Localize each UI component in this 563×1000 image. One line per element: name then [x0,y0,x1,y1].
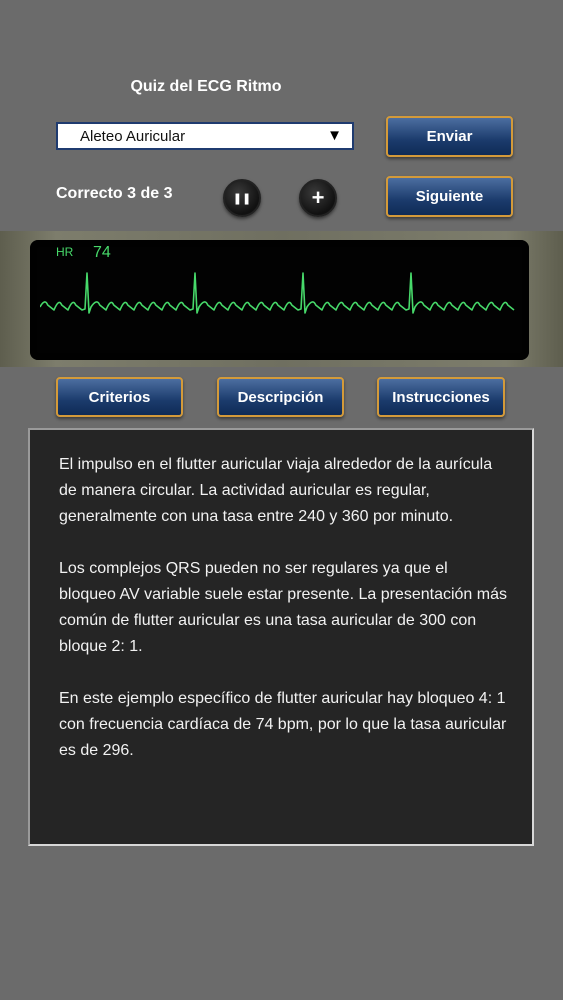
heart-rate-label: HR [56,245,74,259]
rhythm-select[interactable]: Aleteo Auricular ▼ [56,122,354,150]
pause-icon: ❚❚ [232,192,252,205]
description-paragraph: Los complejos QRS pueden no ser regulare… [59,560,507,655]
description-paragraph: En este ejemplo específico de flutter au… [59,690,507,759]
pause-button[interactable]: ❚❚ [223,179,261,217]
tab-criteria[interactable]: Criterios [56,377,183,417]
page-title: Quiz del ECG Ritmo [130,78,282,95]
dropdown-arrow-icon: ▼ [327,127,342,144]
tab-description[interactable]: Descripción [217,377,344,417]
tab-instructions[interactable]: Instrucciones [377,377,505,417]
plus-icon: + [311,185,325,210]
add-button[interactable]: + [299,179,337,217]
description-paragraph: El impulso en el flutter auricular viaja… [59,456,493,525]
ecg-waveform [40,272,515,314]
rhythm-select-value: Aleteo Auricular [80,127,186,145]
submit-button[interactable]: Enviar [386,116,513,157]
next-button[interactable]: Siguiente [386,176,513,217]
score-text: Correcto 3 de 3 [56,185,173,202]
description-panel: El impulso en el flutter auricular viaja… [28,428,534,846]
ecg-trace [40,272,515,314]
heart-rate-value: 74 [93,244,111,261]
